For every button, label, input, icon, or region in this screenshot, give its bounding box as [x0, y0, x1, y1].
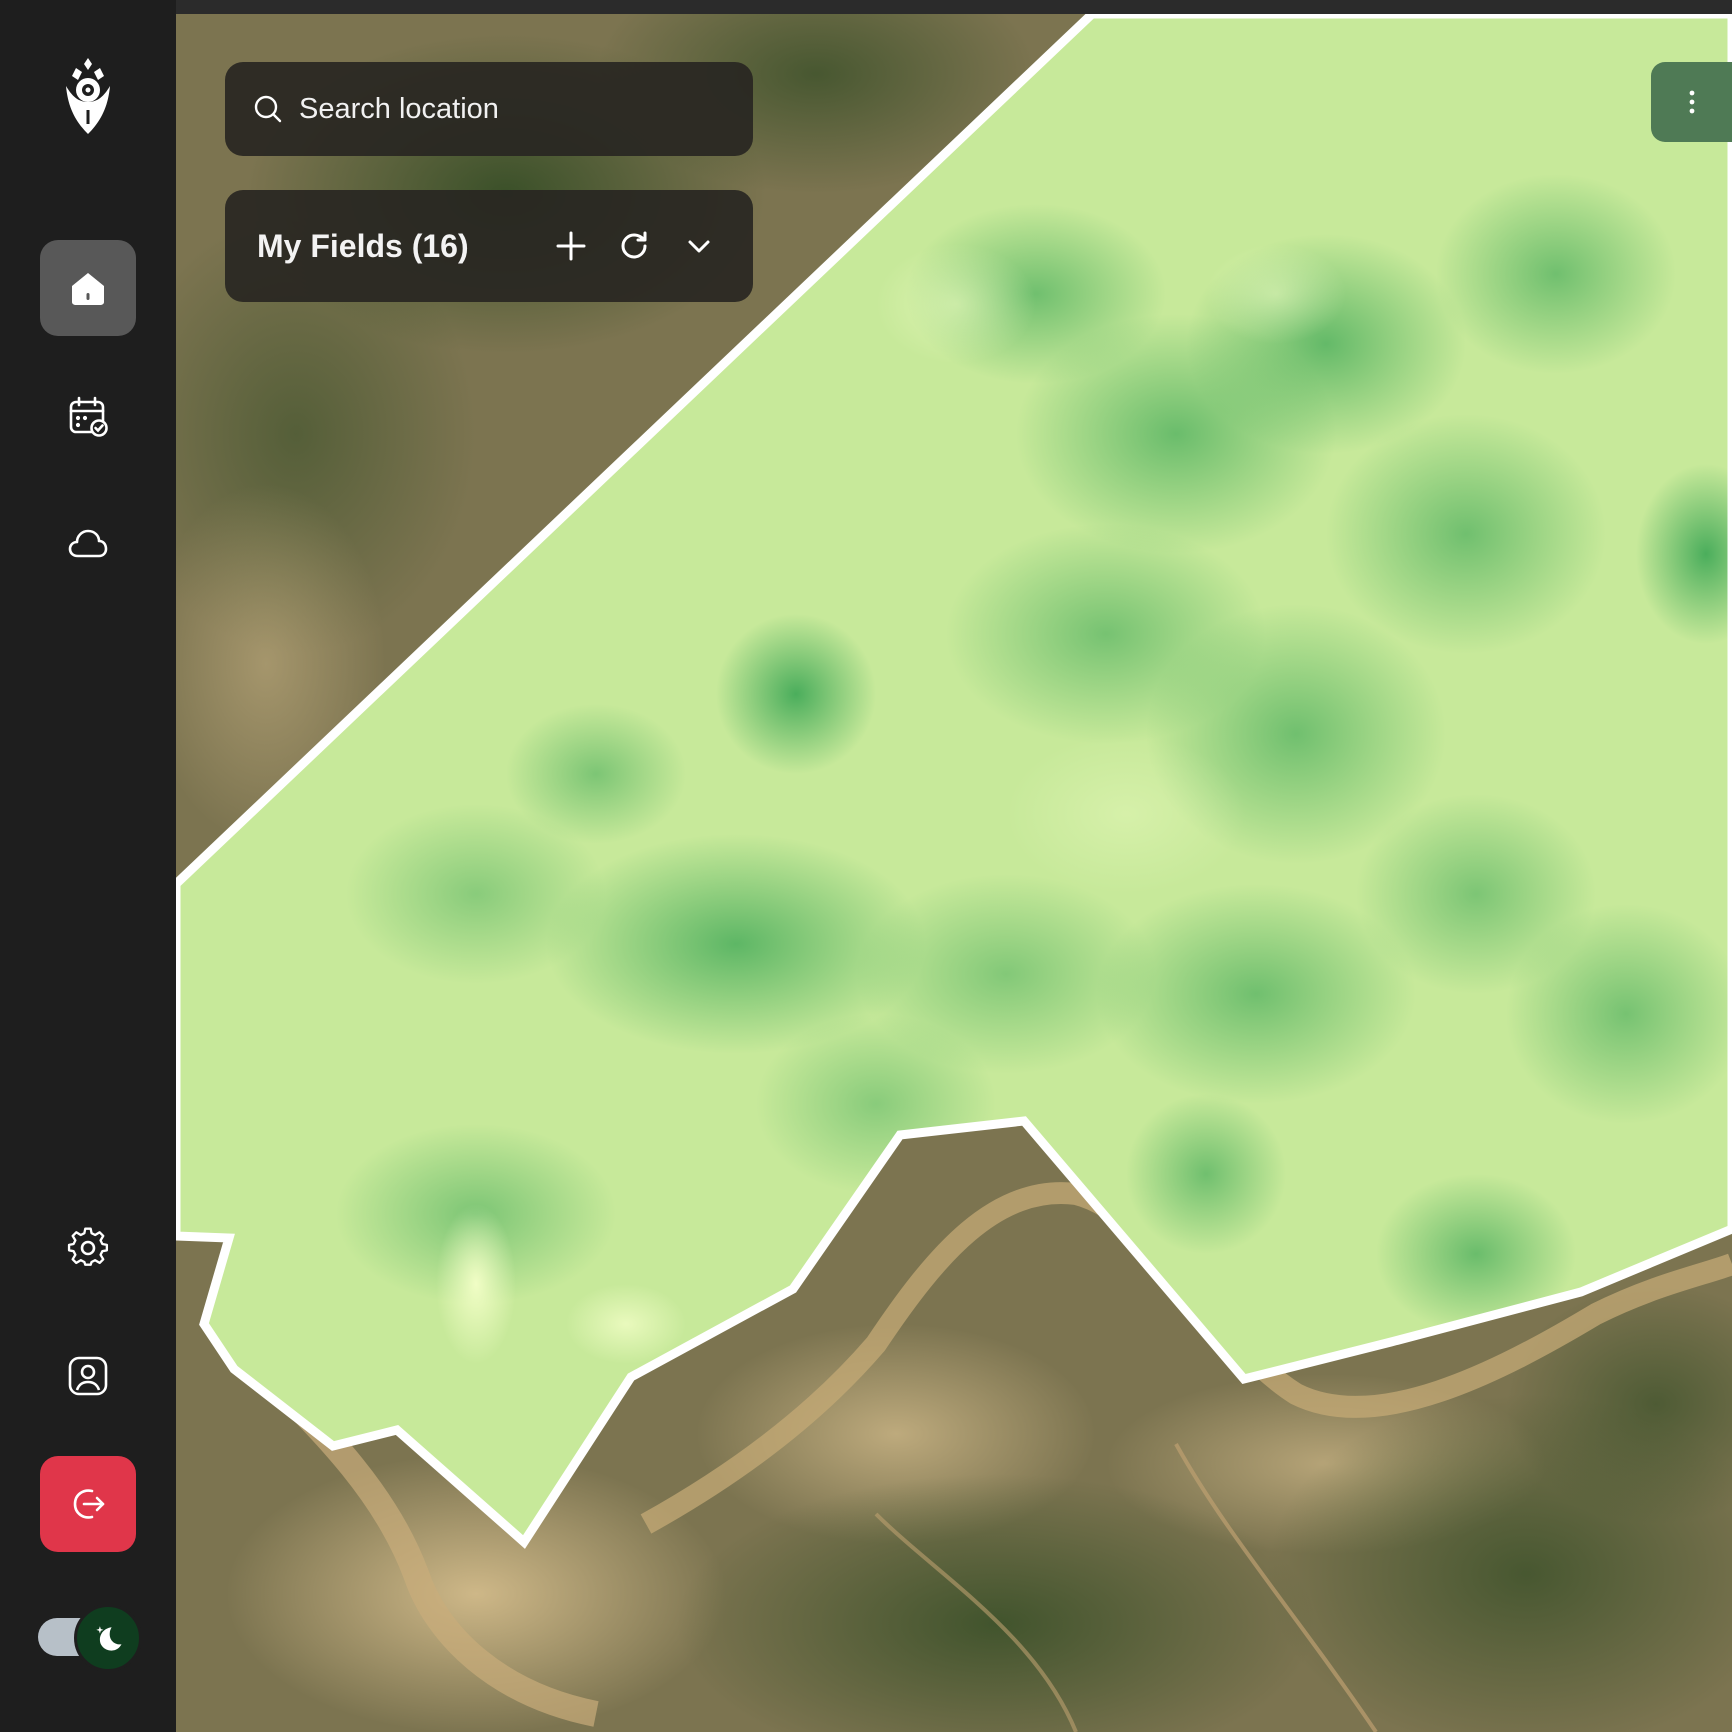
- search-icon: [254, 95, 282, 123]
- nav-profile[interactable]: [40, 1328, 136, 1424]
- nav-calendar[interactable]: [40, 368, 136, 464]
- logout-button[interactable]: [40, 1456, 136, 1552]
- search-placeholder: Search location: [299, 92, 499, 125]
- expand-fields-button[interactable]: [667, 214, 731, 278]
- refresh-fields-button[interactable]: [603, 214, 667, 278]
- nav-weather[interactable]: [40, 496, 136, 592]
- theme-toggle[interactable]: [38, 1604, 142, 1672]
- my-fields-title: My Fields (16): [257, 227, 469, 264]
- top-edge: [0, 0, 1732, 14]
- logout-icon: [73, 1489, 105, 1519]
- home-icon: [72, 273, 104, 305]
- my-fields-panel: My Fields (16): [225, 190, 753, 302]
- sidebar: [0, 0, 176, 1732]
- moon-icon: [96, 1626, 122, 1651]
- gear-icon: [67, 1227, 109, 1266]
- chevron-down-icon: [688, 240, 710, 253]
- cloud-icon: [68, 529, 108, 558]
- nav-settings[interactable]: [40, 1200, 136, 1296]
- add-field-button[interactable]: [539, 214, 603, 278]
- app-logo-icon[interactable]: [62, 58, 114, 136]
- plus-icon: [556, 231, 586, 261]
- refresh-icon: [621, 231, 647, 259]
- search-input[interactable]: Search location: [225, 62, 753, 156]
- more-vertical-icon: [1689, 90, 1694, 114]
- toggle-knob: [74, 1604, 142, 1672]
- user-profile-icon: [68, 1356, 108, 1396]
- more-options-button[interactable]: [1651, 62, 1732, 142]
- nav-home[interactable]: [40, 240, 136, 336]
- calendar-check-icon: [69, 396, 108, 437]
